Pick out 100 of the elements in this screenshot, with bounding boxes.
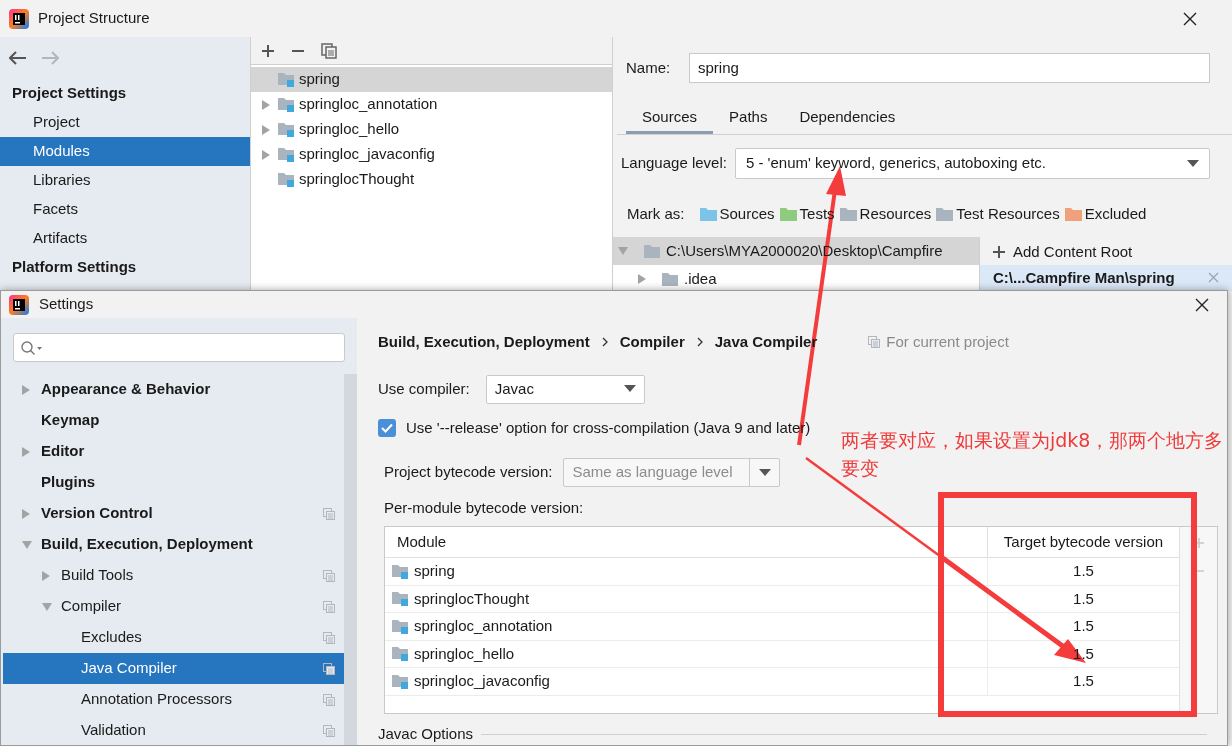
module-item[interactable]: springloc_hello xyxy=(251,117,612,142)
expand-arrow-icon[interactable] xyxy=(21,383,31,396)
sidebar-item[interactable]: Modules xyxy=(0,137,250,166)
settings-tree-item[interactable]: Build, Execution, Deployment xyxy=(3,529,344,560)
module-folder-icon xyxy=(277,171,295,188)
compiler-dropdown[interactable]: Javac xyxy=(485,374,645,404)
tab[interactable]: Paths xyxy=(713,104,784,134)
sidebar-item[interactable]: Project xyxy=(0,108,250,137)
module-item[interactable]: springlocThought xyxy=(251,167,612,192)
module-item[interactable]: spring xyxy=(251,67,612,92)
module-item[interactable]: springloc_javaconfig xyxy=(251,142,612,167)
back-arrow-icon[interactable] xyxy=(9,51,27,65)
section-heading: Project Settings xyxy=(11,83,128,104)
section-heading: Platform Settings xyxy=(11,257,138,278)
project-level-icon xyxy=(867,335,882,349)
module-folder-icon xyxy=(277,96,295,113)
caret-icon xyxy=(758,468,771,477)
table-cell: springloc_hello xyxy=(385,640,987,667)
folder-icon xyxy=(643,243,661,259)
module-folder-icon xyxy=(391,590,409,608)
content-root-item[interactable]: C:\...Campfire Man\spring xyxy=(980,264,1232,291)
scrollbar[interactable] xyxy=(344,374,357,745)
module-folder-icon xyxy=(391,645,409,663)
field-label: Mark as: xyxy=(627,204,685,225)
checkbox[interactable] xyxy=(378,419,396,437)
tree-item[interactable]: .idea xyxy=(613,265,979,291)
expand-arrow-icon[interactable] xyxy=(261,123,271,136)
caret-icon xyxy=(623,385,636,393)
add-icon[interactable] xyxy=(261,43,275,58)
copy-icon[interactable] xyxy=(321,42,337,59)
field-label: Project bytecode version: xyxy=(384,462,553,483)
settings-tree-item[interactable]: Build Tools xyxy=(3,560,344,591)
window-title: Project Structure xyxy=(38,8,150,29)
sidebar-item[interactable]: Artifacts xyxy=(0,224,250,253)
expand-arrow-icon[interactable] xyxy=(21,445,31,458)
caret-icon xyxy=(1187,159,1199,168)
table-cell: springloc_annotation xyxy=(385,613,987,640)
tab[interactable]: Dependencies xyxy=(783,104,912,134)
breadcrumb-item[interactable]: Compiler xyxy=(619,330,685,354)
module-item[interactable]: springloc_annotation xyxy=(251,92,612,117)
expand-arrow-icon[interactable] xyxy=(637,273,647,285)
table-cell-text: 1.5 xyxy=(1072,671,1095,691)
add-icon xyxy=(992,244,1006,259)
expand-arrow-icon[interactable] xyxy=(41,569,51,582)
section-heading: Javac Options xyxy=(378,723,474,744)
search-field[interactable] xyxy=(13,333,345,362)
column-header: Module xyxy=(396,531,448,552)
table-cell: springlocThought xyxy=(385,585,987,612)
chevron-icon xyxy=(695,337,704,347)
settings-tree-item[interactable]: Annotation Processors xyxy=(3,684,344,715)
sidebar-item[interactable]: Facets xyxy=(0,195,250,224)
expand-arrow-icon[interactable] xyxy=(261,148,271,161)
collapse-arrow-icon[interactable] xyxy=(41,601,53,612)
breadcrumb-item[interactable]: Build, Execution, Deployment xyxy=(378,330,590,354)
settings-tree-item[interactable]: Plugins xyxy=(3,467,344,498)
mark-as-button[interactable]: Excluded xyxy=(1063,203,1147,226)
app-logo-icon xyxy=(9,8,29,29)
search-icon xyxy=(20,339,44,356)
field-label: Use compiler: xyxy=(378,378,470,399)
name-field[interactable]: spring xyxy=(689,53,1210,83)
close-icon[interactable] xyxy=(1208,272,1219,284)
settings-tree-item[interactable]: Compiler xyxy=(3,591,344,622)
app-logo-icon xyxy=(9,294,29,315)
field-label: Name: xyxy=(626,57,672,78)
settings-tree-item[interactable]: Version Control xyxy=(3,498,344,529)
table-cell-text: 1.5 xyxy=(1072,588,1095,609)
settings-tree-item[interactable]: Excludes xyxy=(3,622,344,653)
settings-tree-item[interactable]: Editor xyxy=(3,436,344,467)
close-icon xyxy=(1183,11,1197,26)
table-cell: springloc_javaconfig xyxy=(385,668,987,695)
module-folder-icon xyxy=(277,71,295,88)
tab[interactable]: Sources xyxy=(626,104,714,134)
mark-as-button[interactable]: Sources xyxy=(698,203,775,226)
forward-arrow-icon[interactable] xyxy=(41,51,59,65)
module-folder-icon xyxy=(277,146,295,163)
settings-tree-item[interactable]: Keymap xyxy=(3,405,344,436)
module-folder-icon xyxy=(391,617,409,635)
collapse-arrow-icon[interactable] xyxy=(617,246,629,256)
mark-as-button[interactable]: Test Resources xyxy=(935,203,1060,226)
module-folder-icon xyxy=(277,121,295,138)
expand-arrow-icon[interactable] xyxy=(21,507,31,520)
window-title: Settings xyxy=(39,294,94,315)
language-level-dropdown[interactable]: 5 - 'enum' keyword, generics, autoboxing etc. xyxy=(734,148,1210,179)
settings-tree-item[interactable]: Appearance & Behavior xyxy=(3,374,344,405)
scope-label: For current project xyxy=(886,331,1009,352)
section-label: Per-module bytecode version: xyxy=(383,497,584,518)
module-folder-icon xyxy=(391,672,409,690)
expand-arrow-icon[interactable] xyxy=(261,98,271,111)
mark-as-button[interactable]: Resources xyxy=(838,203,932,226)
add-content-root-button[interactable]: Add Content Root xyxy=(980,239,1232,265)
module-folder-icon xyxy=(391,562,409,580)
chevron-icon xyxy=(600,337,609,347)
close-icon xyxy=(1195,297,1209,312)
sidebar-item[interactable]: Libraries xyxy=(0,166,250,195)
collapse-arrow-icon[interactable] xyxy=(21,539,33,550)
settings-tree-item[interactable]: Validation xyxy=(3,715,344,745)
folder-icon xyxy=(661,271,679,287)
table-cell: spring xyxy=(385,558,987,585)
table-cell-text: 1.5 xyxy=(1072,561,1095,581)
settings-tree-item[interactable]: Java Compiler xyxy=(3,653,344,684)
